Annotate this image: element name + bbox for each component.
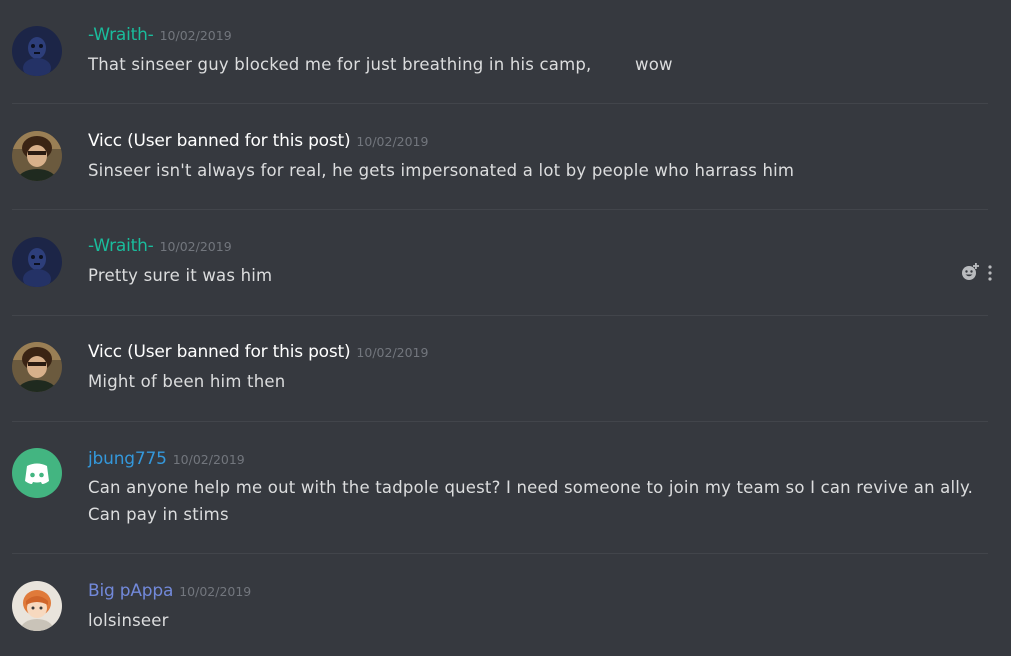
username[interactable]: jbung775 <box>88 449 167 469</box>
message-header: Big pAppa 10/02/2019 <box>88 581 251 601</box>
username[interactable]: -Wraith- <box>88 236 154 256</box>
username[interactable]: Vicc (User banned for this post) <box>88 342 351 362</box>
user-avatar[interactable] <box>12 448 62 498</box>
username[interactable]: Big pAppa <box>88 581 173 601</box>
message-header: Vicc (User banned for this post) 10/02/20… <box>88 342 428 362</box>
timestamp: 10/02/2019 <box>356 134 429 149</box>
dark-creature-avatar-icon <box>12 26 62 76</box>
user-avatar[interactable] <box>12 342 62 392</box>
username[interactable]: Vicc (User banned for this post) <box>88 131 351 151</box>
message-header: jbung775 10/02/2019 <box>88 449 245 469</box>
timestamp: 10/02/2019 <box>356 345 429 360</box>
message-header: Vicc (User banned for this post) 10/02/20… <box>88 131 428 151</box>
timestamp: 10/02/2019 <box>179 584 252 599</box>
timestamp: 10/02/2019 <box>172 452 245 467</box>
divider <box>12 103 988 104</box>
divider <box>12 421 988 422</box>
message-text: That sinseer guy blocked me for just bre… <box>88 55 673 74</box>
divider <box>12 315 988 316</box>
add-reaction-icon[interactable] <box>960 262 980 286</box>
message-text: lolsinseer <box>88 611 169 630</box>
message-header: -Wraith- 10/02/2019 <box>88 25 232 45</box>
timestamp: 10/02/2019 <box>159 28 232 43</box>
message-text: Can pay in stims <box>88 505 229 524</box>
person-photo-avatar-icon <box>12 131 62 181</box>
chat-messages: -Wraith- 10/02/2019 That sinseer guy bloc… <box>0 0 1011 656</box>
anime-girl-avatar-icon <box>12 581 62 631</box>
divider <box>12 553 988 554</box>
message-text: Can anyone help me out with the tadpole … <box>88 478 974 497</box>
timestamp: 10/02/2019 <box>159 239 232 254</box>
divider <box>12 209 988 210</box>
message-text: Might of been him then <box>88 372 286 391</box>
user-avatar[interactable] <box>12 237 62 287</box>
user-avatar[interactable] <box>12 26 62 76</box>
user-avatar[interactable] <box>12 581 62 631</box>
user-avatar[interactable] <box>12 131 62 181</box>
message-header: -Wraith- 10/02/2019 <box>88 236 232 256</box>
more-options-icon[interactable] <box>986 262 994 286</box>
message-text: Sinseer isn't always for real, he gets i… <box>88 161 795 180</box>
dark-creature-avatar-icon <box>12 237 62 287</box>
message-text: Pretty sure it was him <box>88 266 273 285</box>
username[interactable]: -Wraith- <box>88 25 154 45</box>
discord-default-avatar-icon <box>12 448 62 498</box>
person-photo-avatar-icon <box>12 342 62 392</box>
